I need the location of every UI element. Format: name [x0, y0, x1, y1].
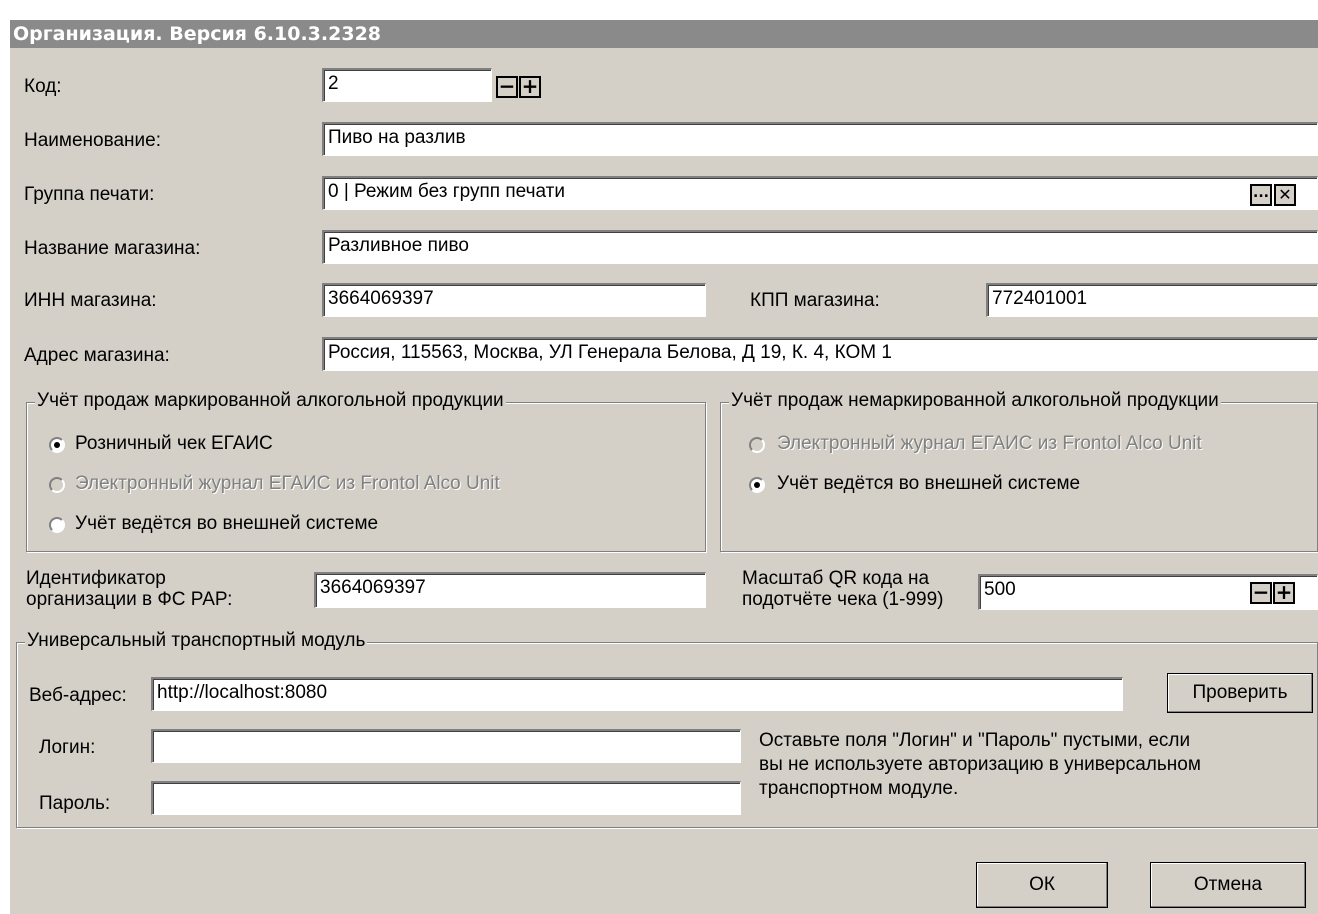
inn-input[interactable]: 3664069397 [322, 283, 706, 317]
print-group-label: Группа печати: [24, 184, 155, 205]
name-input[interactable]: Пиво на разлив [322, 122, 1318, 156]
marked-option-journal-label: Электронный журнал ЕГАИС из Frontol Alco… [75, 473, 500, 494]
kpp-input[interactable]: 772401001 [986, 283, 1318, 317]
qr-scale-increment-button[interactable]: + [1273, 582, 1295, 604]
password-label: Пароль: [39, 793, 111, 814]
qr-scale-label-line2: подотчёте чека (1-999) [742, 589, 944, 610]
name-label: Наименование: [24, 130, 161, 151]
utm-hint-line1: Оставьте поля "Логин" и "Пароль" пустыми… [759, 730, 1191, 751]
marked-option-egais-receipt-label[interactable]: Розничный чек ЕГАИС [75, 433, 273, 455]
print-group-input[interactable]: 0 | Режим без групп печати [322, 176, 1318, 210]
password-input[interactable] [151, 781, 741, 815]
address-input[interactable]: Россия, 115563, Москва, УЛ Генерала Бело… [322, 337, 1318, 371]
utm-url-label: Веб-адрес: [29, 685, 127, 706]
check-button[interactable]: Проверить [1167, 673, 1313, 713]
organization-dialog: Организация. Версия 6.10.3.2328 Код: 2 −… [10, 20, 1318, 914]
qr-scale-label-line1: Масштаб QR кода на [742, 568, 930, 589]
utm-url-input[interactable]: http://localhost:8080 [151, 677, 1123, 711]
ok-button[interactable]: ОК [976, 862, 1108, 908]
kpp-label: КПП магазина: [750, 290, 880, 311]
code-decrement-button[interactable]: − [496, 76, 518, 98]
unmarked-option-journal-radio [749, 437, 765, 453]
code-input[interactable]: 2 [322, 68, 492, 102]
marked-option-external-radio[interactable] [49, 517, 65, 533]
marked-option-journal-radio [49, 477, 65, 493]
unmarked-option-external-label[interactable]: Учёт ведётся во внешней системе [777, 473, 1080, 495]
utm-hint-line3: транспортном модуле. [759, 778, 959, 799]
utm-group: Универсальный транспортный модуль Веб-ад… [16, 630, 1318, 828]
fsrar-id-input[interactable]: 3664069397 [314, 572, 706, 608]
marked-option-external-label[interactable]: Учёт ведётся во внешней системе [75, 513, 378, 535]
unmarked-option-journal-label: Электронный журнал ЕГАИС из Frontol Alco… [777, 433, 1202, 454]
utm-group-legend: Универсальный транспортный модуль [25, 630, 368, 652]
inn-label: ИНН магазина: [24, 290, 157, 311]
address-label: Адрес магазина: [24, 345, 170, 366]
qr-scale-decrement-button[interactable]: − [1250, 582, 1272, 604]
unmarked-alcohol-group: Учёт продаж немаркированной алкогольной … [720, 390, 1318, 552]
unmarked-group-legend: Учёт продаж немаркированной алкогольной … [729, 390, 1221, 412]
shop-name-label: Название магазина: [24, 238, 201, 259]
marked-alcohol-group: Учёт продаж маркированной алкогольной пр… [26, 390, 706, 552]
cancel-button[interactable]: Отмена [1150, 862, 1306, 908]
fsrar-label-line2: организации в ФС РАР: [26, 589, 233, 610]
print-group-browse-button[interactable]: ... [1250, 184, 1272, 206]
utm-hint-line2: вы не используете авторизацию в универса… [759, 754, 1201, 775]
window-title: Организация. Версия 6.10.3.2328 [10, 20, 1318, 48]
login-input[interactable] [151, 729, 741, 763]
marked-option-egais-receipt-radio[interactable] [49, 437, 65, 453]
shop-name-input[interactable]: Разливное пиво [322, 230, 1318, 264]
code-increment-button[interactable]: + [519, 76, 541, 98]
marked-group-legend: Учёт продаж маркированной алкогольной пр… [35, 390, 506, 412]
print-group-clear-button[interactable]: ✕ [1274, 184, 1296, 206]
fsrar-label-line1: Идентификатор [26, 568, 166, 589]
login-label: Логин: [39, 737, 96, 758]
code-label: Код: [24, 76, 62, 97]
unmarked-option-external-radio[interactable] [749, 477, 765, 493]
